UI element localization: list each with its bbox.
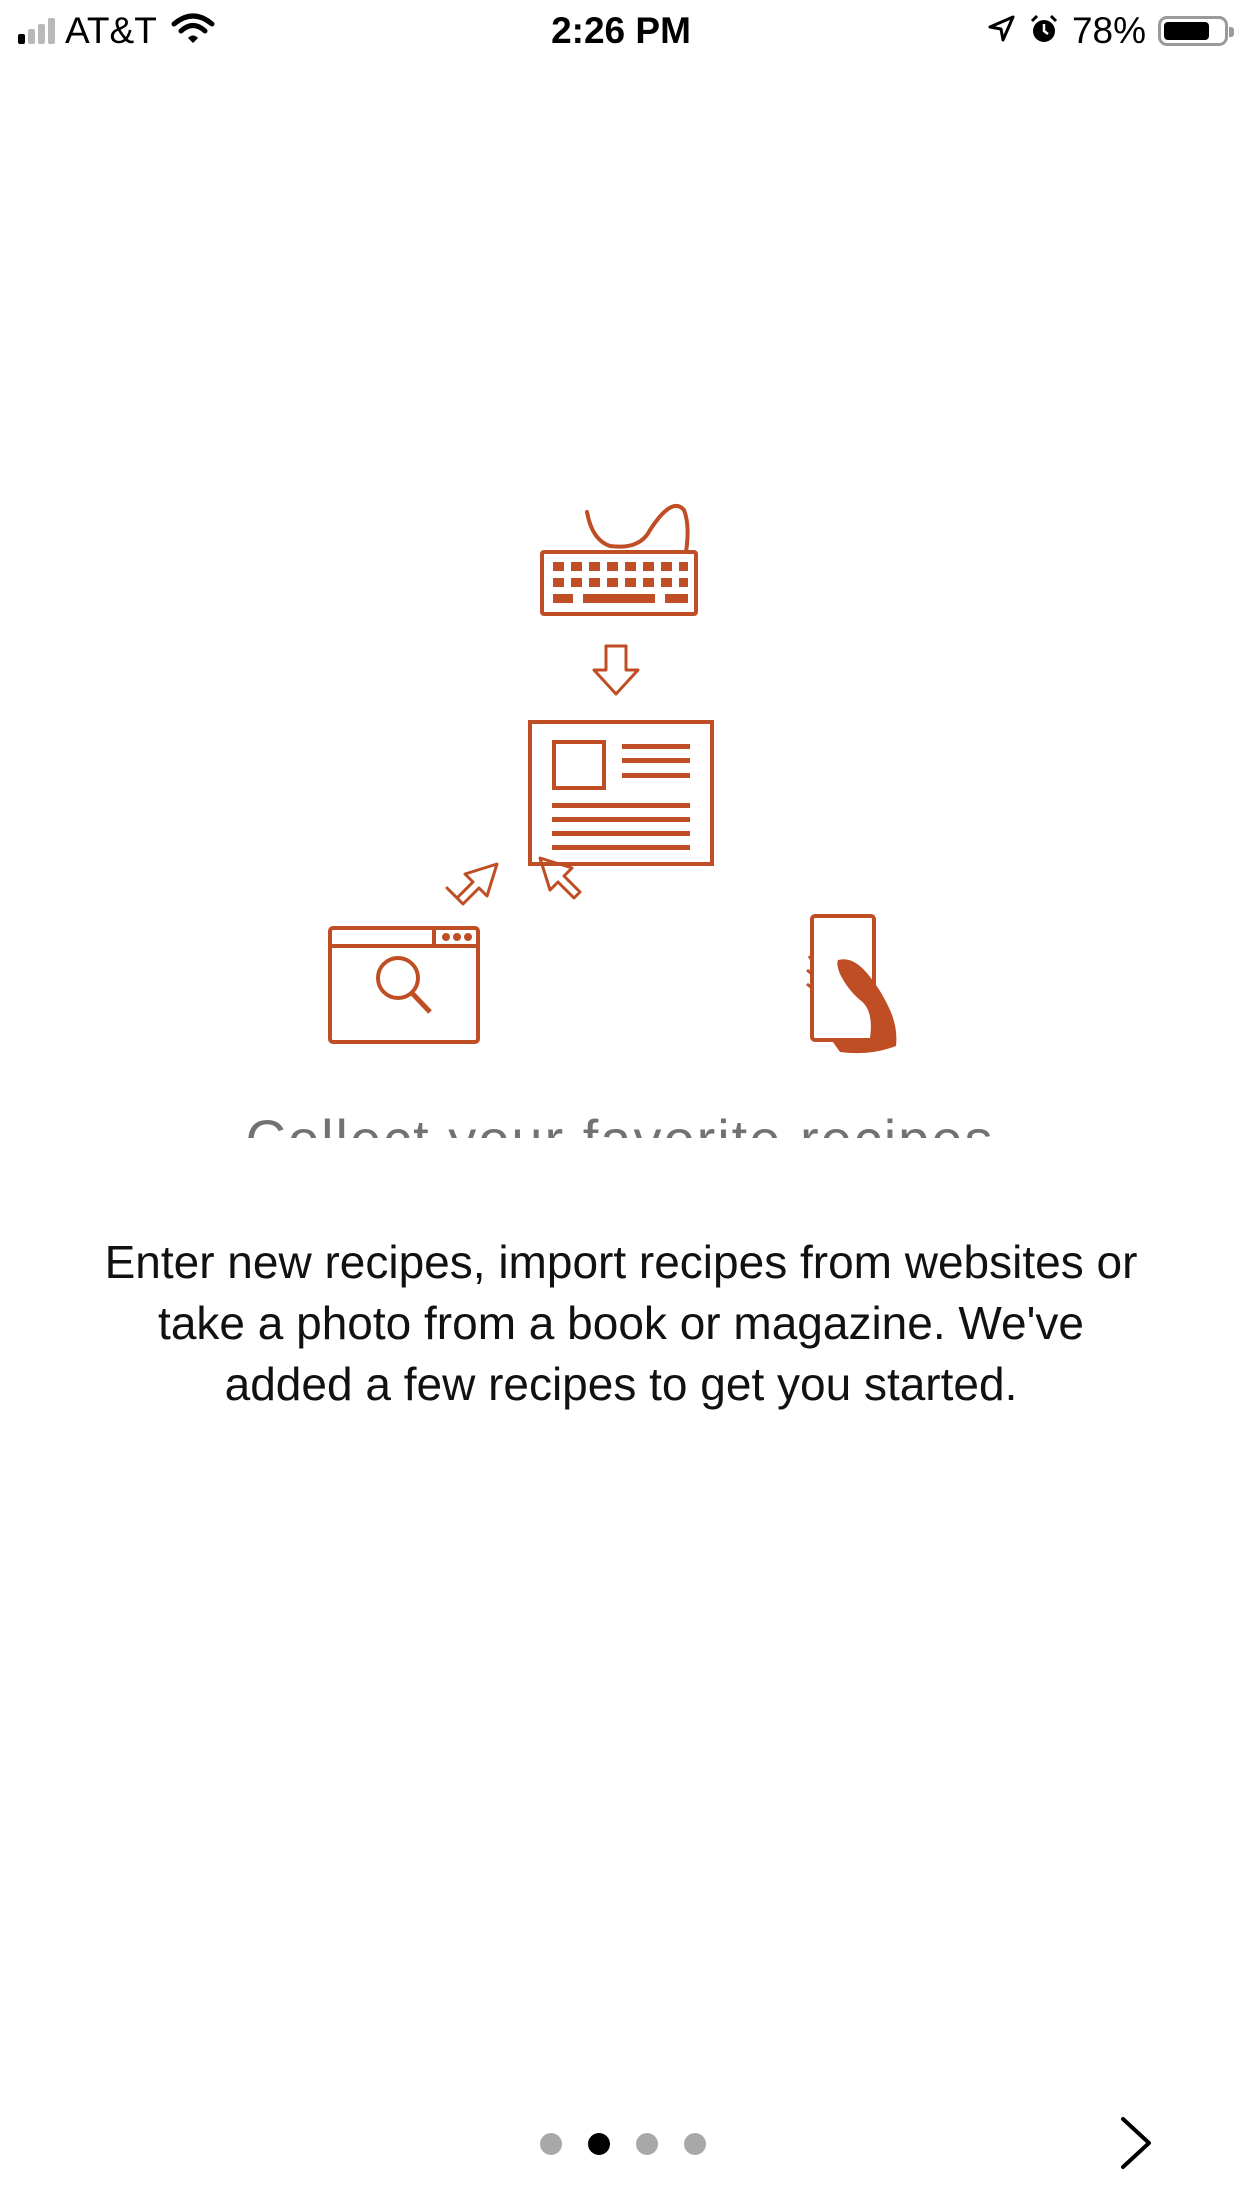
page-indicator[interactable] [540,2133,706,2155]
keyboard-cable [585,504,690,554]
document-lines [552,744,690,850]
page-dot-4[interactable] [684,2133,706,2155]
keyboard-keys [553,562,688,603]
status-right: 78% [986,10,1234,52]
arrow-down-icon [592,644,640,696]
alarm-icon [1028,13,1060,50]
next-button[interactable] [1100,2110,1170,2180]
status-bar: AT&T 2:26 PM 78% [0,0,1242,62]
arrow-up-right-icon [445,862,499,906]
keyboard-icon [540,550,698,616]
location-arrow-icon [986,14,1016,49]
battery-percent: 78% [1071,10,1146,51]
recipe-document-icon [528,720,714,866]
browser-search-icon [328,926,480,1044]
battery-level [1164,22,1209,40]
onboarding-illustration [300,490,940,1070]
page-dot-1[interactable] [540,2133,562,2155]
onboarding-description: Enter new recipes, import recipes from w… [104,1236,1138,1410]
browser-dots [442,933,472,941]
chevron-right-icon [1115,2115,1155,2176]
page-dot-3[interactable] [636,2133,658,2155]
page-dot-2[interactable] [588,2133,610,2155]
battery-icon [1158,16,1234,46]
hand-phone-icon [806,914,897,1054]
onboarding-heading: Collect your favorite recipes [200,1112,1040,1138]
